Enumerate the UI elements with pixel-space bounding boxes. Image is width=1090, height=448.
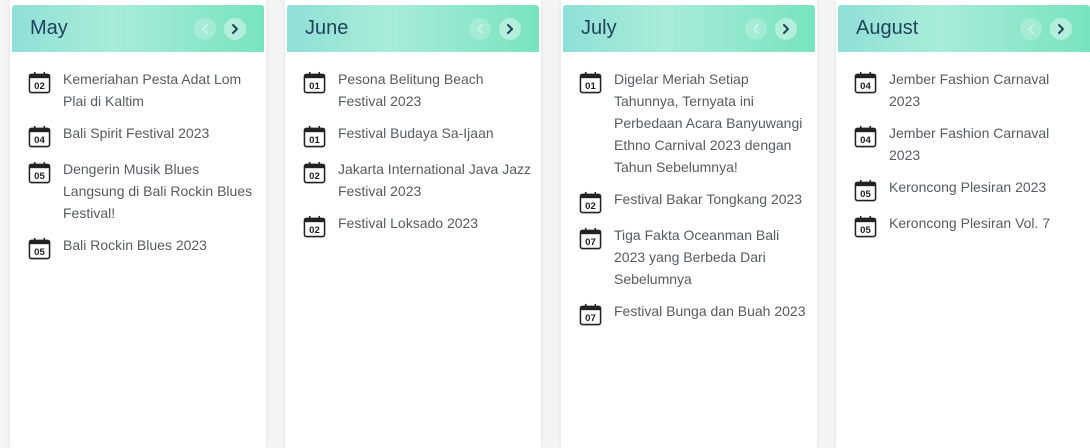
month-card-june: June 01 Pesona Belitung Beach Festival 2… [285, 0, 541, 448]
event-item[interactable]: 05 Keroncong Plesiran 2023 [854, 176, 1082, 202]
event-item[interactable]: 02 Festival Bakar Tongkang 2023 [579, 188, 807, 214]
month-header: July [563, 5, 815, 52]
event-item[interactable]: 04 Jember Fashion Carnaval 2023 [854, 68, 1082, 112]
event-day: 02 [34, 81, 45, 92]
event-day: 05 [860, 225, 871, 236]
month-title: July [581, 17, 617, 39]
prev-month-button[interactable] [1020, 18, 1042, 40]
event-title[interactable]: Keroncong Plesiran Vol. 7 [889, 212, 1050, 238]
chevron-right-icon [232, 24, 238, 34]
event-item[interactable]: 07 Tiga Fakta Oceanman Bali 2023 yang Be… [579, 224, 807, 290]
next-month-button[interactable] [499, 18, 521, 40]
month-header: June [287, 5, 539, 52]
calendar-icon: 01 [303, 71, 326, 94]
event-title[interactable]: Keroncong Plesiran 2023 [889, 176, 1046, 202]
next-month-button[interactable] [775, 18, 797, 40]
month-header: May [12, 5, 264, 52]
calendar-icon: 04 [854, 71, 877, 94]
event-title[interactable]: Tiga Fakta Oceanman Bali 2023 yang Berbe… [614, 224, 807, 290]
next-month-button[interactable] [1050, 18, 1072, 40]
chevron-left-icon [477, 24, 483, 34]
event-item[interactable]: 05 Dengerin Musik Blues Langsung di Bali… [28, 158, 256, 224]
month-header: August [838, 5, 1090, 52]
calendar-icon: 05 [28, 161, 51, 184]
event-title[interactable]: Jember Fashion Carnaval 2023 [889, 122, 1082, 166]
event-list: 04 Jember Fashion Carnaval 2023 04 Jembe… [854, 68, 1082, 248]
calendar-icon: 05 [854, 179, 877, 202]
calendar-icon: 07 [579, 303, 602, 326]
month-title: June [305, 17, 349, 39]
event-item[interactable]: 05 Keroncong Plesiran Vol. 7 [854, 212, 1082, 238]
event-list: 01 Pesona Belitung Beach Festival 2023 0… [303, 68, 531, 248]
event-day: 02 [309, 171, 320, 182]
event-title[interactable]: Festival Loksado 2023 [338, 212, 478, 238]
event-item[interactable]: 01 Pesona Belitung Beach Festival 2023 [303, 68, 531, 112]
event-title[interactable]: Bali Spirit Festival 2023 [63, 122, 209, 148]
event-item[interactable]: 02 Jakarta International Java Jazz Festi… [303, 158, 531, 202]
event-item[interactable]: 04 Bali Spirit Festival 2023 [28, 122, 256, 148]
event-list: 02 Kemeriahan Pesta Adat Lom Plai di Kal… [28, 68, 256, 270]
event-day: 02 [585, 201, 596, 212]
event-day: 01 [309, 135, 320, 146]
prev-month-button[interactable] [194, 18, 216, 40]
calendar-icon: 02 [28, 71, 51, 94]
event-title[interactable]: Jakarta International Java Jazz Festival… [338, 158, 531, 202]
event-day: 05 [34, 171, 45, 182]
event-day: 07 [585, 237, 596, 248]
event-day: 04 [860, 135, 871, 146]
event-day: 04 [34, 135, 45, 146]
event-title[interactable]: Festival Bakar Tongkang 2023 [614, 188, 802, 214]
chevron-left-icon [202, 24, 208, 34]
event-day: 02 [309, 225, 320, 236]
chevron-left-icon [753, 24, 759, 34]
event-item[interactable]: 01 Festival Budaya Sa-Ijaan [303, 122, 531, 148]
event-list: 01 Digelar Meriah Setiap Tahunnya, Terny… [579, 68, 807, 336]
month-card-august: August 04 Jember Fashion Carnaval 2023 0… [836, 0, 1090, 448]
next-month-button[interactable] [224, 18, 246, 40]
calendar-icon: 05 [854, 215, 877, 238]
calendar-icon: 02 [303, 215, 326, 238]
event-title[interactable]: Festival Budaya Sa-Ijaan [338, 122, 494, 148]
calendar-icon: 01 [579, 71, 602, 94]
event-day: 04 [860, 81, 871, 92]
event-day: 01 [309, 81, 320, 92]
event-item[interactable]: 07 Festival Bunga dan Buah 2023 [579, 300, 807, 326]
chevron-right-icon [1058, 24, 1064, 34]
event-day: 07 [585, 313, 596, 324]
event-title[interactable]: Pesona Belitung Beach Festival 2023 [338, 68, 531, 112]
calendar-icon: 01 [303, 125, 326, 148]
chevron-right-icon [507, 24, 513, 34]
event-title[interactable]: Dengerin Musik Blues Langsung di Bali Ro… [63, 158, 256, 224]
event-title[interactable]: Bali Rockin Blues 2023 [63, 234, 207, 260]
prev-month-button[interactable] [469, 18, 491, 40]
event-title[interactable]: Kemeriahan Pesta Adat Lom Plai di Kaltim [63, 68, 256, 112]
event-item[interactable]: 04 Jember Fashion Carnaval 2023 [854, 122, 1082, 166]
calendar-icon: 04 [28, 125, 51, 148]
month-card-july: July 01 Digelar Meriah Setiap Tahunnya, … [561, 0, 817, 448]
chevron-left-icon [1028, 24, 1034, 34]
calendar-icon: 02 [579, 191, 602, 214]
event-title[interactable]: Digelar Meriah Setiap Tahunnya, Ternyata… [614, 68, 807, 178]
event-day: 05 [34, 247, 45, 258]
prev-month-button[interactable] [745, 18, 767, 40]
calendar-icon: 02 [303, 161, 326, 184]
event-item[interactable]: 01 Digelar Meriah Setiap Tahunnya, Terny… [579, 68, 807, 178]
month-card-may: May 02 Kemeriahan Pesta Adat Lom Plai di… [10, 0, 266, 448]
event-day: 05 [860, 189, 871, 200]
event-item[interactable]: 02 Festival Loksado 2023 [303, 212, 531, 238]
event-item[interactable]: 05 Bali Rockin Blues 2023 [28, 234, 256, 260]
calendar-icon: 05 [28, 237, 51, 260]
calendar-icon: 07 [579, 227, 602, 250]
calendar-icon: 04 [854, 125, 877, 148]
event-item[interactable]: 02 Kemeriahan Pesta Adat Lom Plai di Kal… [28, 68, 256, 112]
month-title: August [856, 17, 919, 39]
event-day: 01 [585, 81, 596, 92]
chevron-right-icon [783, 24, 789, 34]
month-title: May [30, 17, 68, 39]
event-title[interactable]: Jember Fashion Carnaval 2023 [889, 68, 1082, 112]
event-title[interactable]: Festival Bunga dan Buah 2023 [614, 300, 805, 326]
